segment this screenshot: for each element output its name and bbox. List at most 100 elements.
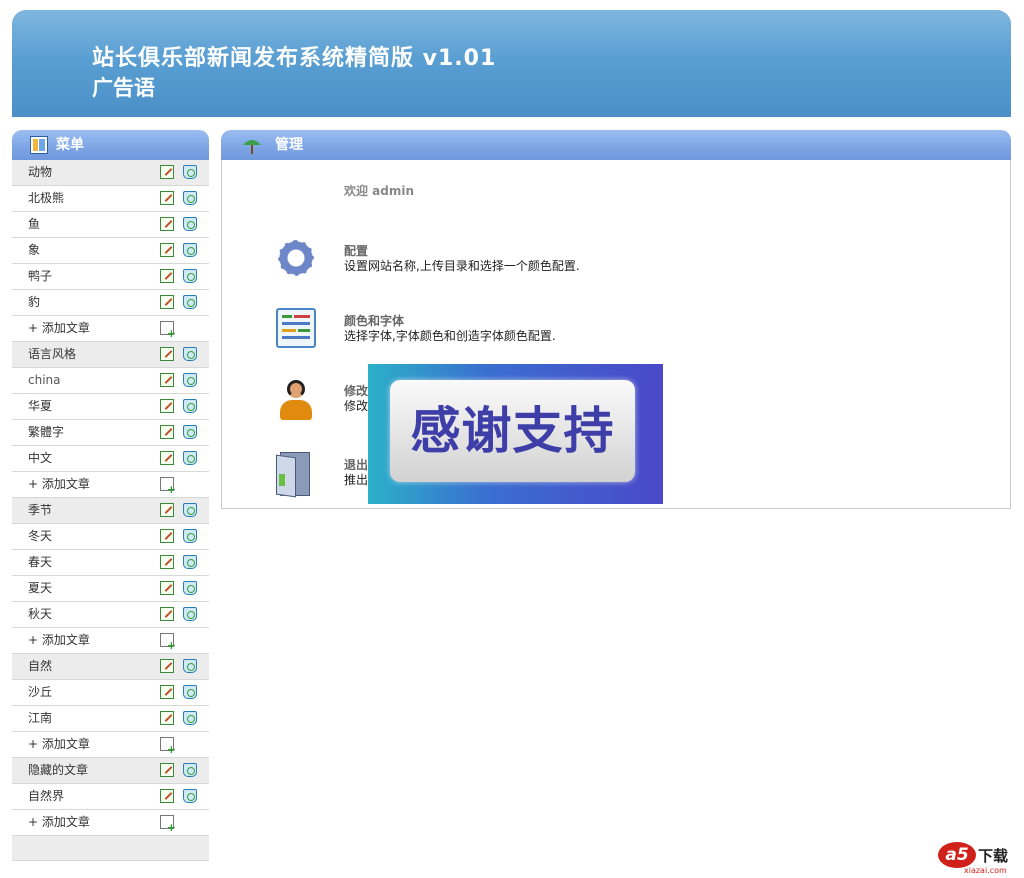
add-article-link[interactable]: + 添加文章 (28, 628, 90, 653)
menu-item[interactable]: 春天 (12, 550, 209, 576)
delete-icon[interactable] (183, 789, 197, 803)
menu-item[interactable]: 中文 (12, 446, 209, 472)
edit-icon[interactable] (160, 269, 174, 283)
menu-item[interactable]: 繁體字 (12, 420, 209, 446)
delete-icon[interactable] (183, 659, 197, 673)
edit-icon[interactable] (160, 425, 174, 439)
edit-icon[interactable] (160, 191, 174, 205)
add-article-link[interactable]: + 添加文章 (28, 472, 90, 497)
menu-item-label[interactable]: 繁體字 (28, 420, 64, 445)
menu-item[interactable]: china (12, 368, 209, 394)
edit-icon[interactable] (160, 529, 174, 543)
menu-item-label[interactable]: 自然 (28, 654, 52, 679)
add-article-link[interactable]: + 添加文章 (28, 810, 90, 835)
menu-item-label[interactable]: 语言风格 (28, 342, 76, 367)
delete-icon[interactable] (183, 581, 197, 595)
menu-item[interactable]: 华夏 (12, 394, 209, 420)
delete-icon[interactable] (183, 711, 197, 725)
delete-icon[interactable] (183, 347, 197, 361)
delete-icon[interactable] (183, 243, 197, 257)
menu-item-label[interactable]: 季节 (28, 498, 52, 523)
menu-item[interactable]: 沙丘 (12, 680, 209, 706)
add-article-row[interactable]: + 添加文章 (12, 732, 209, 758)
menu-item-label[interactable]: 华夏 (28, 394, 52, 419)
delete-icon[interactable] (183, 451, 197, 465)
edit-icon[interactable] (160, 165, 174, 179)
edit-icon[interactable] (160, 373, 174, 387)
menu-item[interactable]: 豹 (12, 290, 209, 316)
menu-item[interactable]: 秋天 (12, 602, 209, 628)
menu-item[interactable]: 夏天 (12, 576, 209, 602)
edit-icon[interactable] (160, 503, 174, 517)
edit-icon[interactable] (160, 659, 174, 673)
menu-item-label[interactable]: 冬天 (28, 524, 52, 549)
menu-item[interactable]: 北极熊 (12, 186, 209, 212)
edit-icon[interactable] (160, 451, 174, 465)
edit-icon[interactable] (160, 217, 174, 231)
menu-item-label[interactable]: china (28, 368, 61, 393)
menu-item-label[interactable]: 鱼 (28, 212, 40, 237)
delete-icon[interactable] (183, 191, 197, 205)
edit-icon[interactable] (160, 555, 174, 569)
menu-item[interactable]: 江南 (12, 706, 209, 732)
edit-icon[interactable] (160, 607, 174, 621)
menu-item-label[interactable]: 江南 (28, 706, 52, 731)
edit-icon[interactable] (160, 347, 174, 361)
menu-item-label[interactable]: 春天 (28, 550, 52, 575)
add-document-icon[interactable] (160, 633, 176, 651)
sidebar-menu: 菜单 动物北极熊鱼象鸭子豹+ 添加文章语言风格china华夏繁體字中文+ 添加文… (12, 130, 209, 861)
menu-item-label[interactable]: 夏天 (28, 576, 52, 601)
delete-icon[interactable] (183, 607, 197, 621)
delete-icon[interactable] (183, 373, 197, 387)
delete-icon[interactable] (183, 399, 197, 413)
delete-icon[interactable] (183, 269, 197, 283)
add-article-row[interactable]: + 添加文章 (12, 472, 209, 498)
menu-item-label[interactable]: 沙丘 (28, 680, 52, 705)
delete-icon[interactable] (183, 295, 197, 309)
add-article-row[interactable]: + 添加文章 (12, 628, 209, 654)
menu-category[interactable]: 自然 (12, 654, 209, 680)
add-article-row[interactable]: + 添加文章 (12, 810, 209, 836)
menu-item-label[interactable]: 自然界 (28, 784, 64, 809)
delete-icon[interactable] (183, 685, 197, 699)
add-article-link[interactable]: + 添加文章 (28, 316, 90, 341)
menu-category[interactable]: 语言风格 (12, 342, 209, 368)
add-document-icon[interactable] (160, 321, 176, 339)
menu-item-label[interactable]: 鸭子 (28, 264, 52, 289)
delete-icon[interactable] (183, 555, 197, 569)
delete-icon[interactable] (183, 425, 197, 439)
edit-icon[interactable] (160, 295, 174, 309)
menu-item-label[interactable]: 中文 (28, 446, 52, 471)
menu-item[interactable]: 冬天 (12, 524, 209, 550)
menu-item-label[interactable]: 动物 (28, 160, 52, 185)
menu-item[interactable]: 鸭子 (12, 264, 209, 290)
menu-item[interactable]: 鱼 (12, 212, 209, 238)
edit-icon[interactable] (160, 581, 174, 595)
menu-item-label[interactable]: 隐藏的文章 (28, 758, 88, 783)
edit-icon[interactable] (160, 763, 174, 777)
edit-icon[interactable] (160, 711, 174, 725)
menu-category[interactable]: 动物 (12, 160, 209, 186)
menu-category[interactable]: 隐藏的文章 (12, 758, 209, 784)
add-article-row[interactable]: + 添加文章 (12, 316, 209, 342)
menu-item-label[interactable]: 象 (28, 238, 40, 263)
edit-icon[interactable] (160, 789, 174, 803)
add-document-icon[interactable] (160, 737, 176, 755)
delete-icon[interactable] (183, 763, 197, 777)
add-document-icon[interactable] (160, 815, 176, 833)
menu-category[interactable]: 季节 (12, 498, 209, 524)
add-document-icon[interactable] (160, 477, 176, 495)
menu-item-label[interactable]: 北极熊 (28, 186, 64, 211)
delete-icon[interactable] (183, 503, 197, 517)
delete-icon[interactable] (183, 217, 197, 231)
menu-item[interactable]: 自然界 (12, 784, 209, 810)
menu-item-label[interactable]: 豹 (28, 290, 40, 315)
menu-item-label[interactable]: 秋天 (28, 602, 52, 627)
edit-icon[interactable] (160, 685, 174, 699)
delete-icon[interactable] (183, 529, 197, 543)
edit-icon[interactable] (160, 243, 174, 257)
edit-icon[interactable] (160, 399, 174, 413)
delete-icon[interactable] (183, 165, 197, 179)
add-article-link[interactable]: + 添加文章 (28, 732, 90, 757)
menu-item[interactable]: 象 (12, 238, 209, 264)
